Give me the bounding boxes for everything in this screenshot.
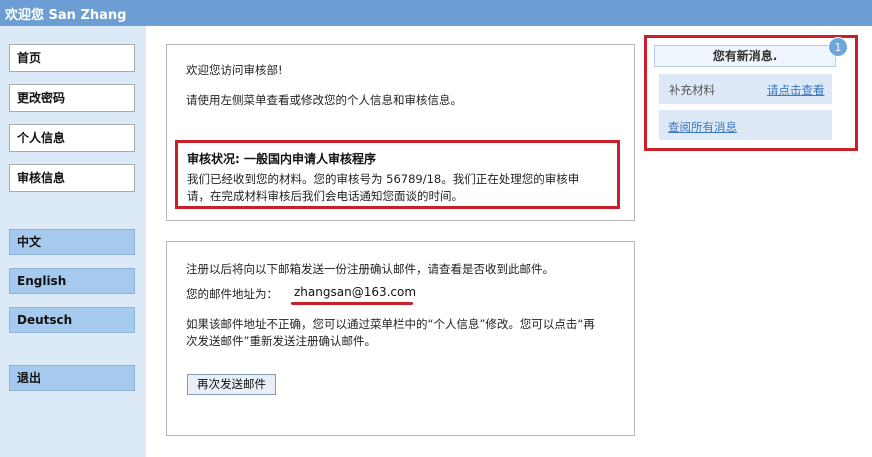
message-count-badge: 1 [828,37,848,57]
email-info-text: 注册以后将向以下邮箱发送一份注册确认邮件，请查看是否收到此邮件。 [186,262,554,276]
welcome-text: 欢迎您 San Zhang [5,8,127,23]
lang-chinese-button[interactable]: 中文 [9,229,135,255]
review-status-highlight: 审核状况: 一般国内申请人审核程序 我们已经收到您的材料。您的审核号为 5678… [175,140,620,209]
intro-welcome-text: 欢迎您访问审核部! [186,63,283,77]
sidebar: 首页 更改密码 个人信息 审核信息 中文 English Deutsch 退出 [0,26,146,457]
logout-button[interactable]: 退出 [9,365,135,391]
review-status-line-2: 请，在完成材料审核后我们会电话通知您面谈的时间。 [187,189,463,203]
resend-email-button[interactable]: 再次发送邮件 [187,374,276,395]
email-note-line-2: 次发送邮件”重新发送注册确认邮件。 [186,334,376,348]
email-underline-mark [291,302,413,305]
message-item-label: 补充材料 [669,83,715,97]
nav-change-password-button[interactable]: 更改密码 [9,84,135,112]
email-address-value: zhangsan@163.com [294,285,417,299]
intro-instruction-text: 请使用左侧菜单查看或修改您的个人信息和审核信息。 [186,93,462,107]
view-all-messages-link[interactable]: 查阅所有消息 [668,119,737,135]
review-status-line-1: 我们已经收到您的材料。您的审核号为 56789/18。我们正在处理您的审核申 [187,172,580,186]
top-bar: 欢迎您 San Zhang [0,0,872,26]
view-all-row: 查阅所有消息 [659,110,832,140]
lang-english-button[interactable]: English [9,268,135,294]
message-view-link[interactable]: 请点击查看 [767,82,825,98]
nav-personal-info-button[interactable]: 个人信息 [9,124,135,152]
messages-header: 您有新消息. [654,45,836,67]
message-item: 补充材料 请点击查看 [659,74,832,104]
email-note-line-1: 如果该邮件地址不正确，您可以通过菜单栏中的“个人信息”修改。您可以点击“再 [186,317,595,331]
lang-german-button[interactable]: Deutsch [9,307,135,333]
email-address-label: 您的邮件地址为： [186,287,278,301]
nav-review-info-button[interactable]: 审核信息 [9,164,135,192]
review-status-title: 审核状况: 一般国内申请人审核程序 [187,152,376,166]
nav-home-button[interactable]: 首页 [9,44,135,72]
